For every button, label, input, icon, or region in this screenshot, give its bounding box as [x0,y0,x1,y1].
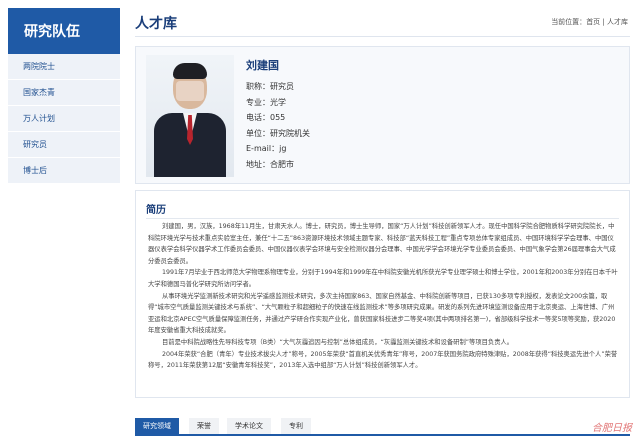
title-value: 研究员 [270,82,294,91]
bio-paragraph: 从事环境光学监测新技术研究和光学遥感监测技术研究，多次主持国家863、国家自然基… [148,292,616,335]
major-label: 专业： [246,97,270,107]
bio-paragraph: 2004年荣获“合肥（青年）专业技术拔尖人才”称号，2005年荣获“首直机关优秀… [148,350,618,370]
breadcrumb-home-link[interactable]: 首页 [586,18,600,26]
bio-title: 简历 [146,205,166,216]
profile-title-row: 职称：研究员 [246,79,310,95]
watermark-logo: 合肥日报 [592,423,632,434]
bio-paragraph: 1991年7月毕业于西北师范大学物理系物理专业，分别于1994年和1999年在中… [148,269,618,288]
tab-honors[interactable]: 荣誉 [189,418,219,434]
profile-address-row: 地址：合肥市 [246,157,310,173]
page-title: 人才库 [135,16,177,32]
address-value: 合肥市 [270,159,294,169]
sidebar-title: 研究队伍 [8,8,120,54]
tab-papers[interactable]: 学术论文 [227,418,271,434]
bio-section: 简历 刘建国，男，汉族，1968年11月生，甘肃天水人。博士，研究员，博士生导师… [135,190,630,398]
profile-photo [146,55,234,177]
unit-label: 单位： [246,128,270,138]
bio-paragraph: 刘建国，男，汉族，1968年11月生，甘肃天水人。博士，研究员，博士生导师，国家… [148,223,616,265]
profile-email-row: E-mail：jg [246,141,310,157]
sidebar-list: 两院院士 国家杰青 万人计划 研究员 博士后 [8,54,120,184]
sidebar-item-postdoc[interactable]: 博士后 [8,158,120,184]
breadcrumb-prefix: 当前位置： [551,18,587,26]
bio-divider [146,218,619,219]
sidebar-item-researchers[interactable]: 研究员 [8,132,120,158]
profile-info: 刘建国 职称：研究员 专业：光学 电话：055 单位：研究院机关 E-mail：… [246,57,310,172]
breadcrumb: 当前位置：首页 | 人才库 [551,17,628,27]
profile-name: 刘建国 [246,59,279,72]
tab-patents[interactable]: 专利 [281,418,311,434]
breadcrumb-current-link[interactable]: 人才库 [607,18,628,26]
sidebar-item-national-young[interactable]: 国家杰青 [8,80,120,106]
title-label: 职称： [246,82,270,91]
sidebar-item-academicians[interactable]: 两院院士 [8,54,120,80]
phone-value: 055 [270,113,286,122]
major-value: 光学 [270,97,286,107]
profile-major-row: 专业：光学 [246,95,310,111]
profile-unit-row: 单位：研究院机关 [246,126,310,142]
breadcrumb-separator: | [600,18,607,26]
email-label: E-mail： [246,144,280,153]
sidebar-item-ten-thousand[interactable]: 万人计划 [8,106,120,132]
profile-card: 刘建国 职称：研究员 专业：光学 电话：055 单位：研究院机关 E-mail：… [135,46,630,184]
address-label: 地址： [246,159,270,169]
unit-value: 研究院机关 [270,128,310,138]
bio-paragraph: 目前是中科院战略性先导科技专项（B类）“大气灰霾追因与控制”总体组成员，“灰霾监… [162,338,514,346]
bio-text: 刘建国，男，汉族，1968年11月生，甘肃天水人。博士，研究员，博士生导师，国家… [148,221,620,372]
phone-label: 电话： [246,113,270,122]
title-divider [135,36,630,37]
email-value[interactable]: jg [279,144,286,153]
tab-research-field[interactable]: 研究领域 [135,418,179,434]
detail-tabs: 研究领域 荣誉 学术论文 专利 [135,418,630,436]
sidebar: 研究队伍 两院院士 国家杰青 万人计划 研究员 博士后 [8,8,120,184]
profile-phone-row: 电话：055 [246,110,310,126]
